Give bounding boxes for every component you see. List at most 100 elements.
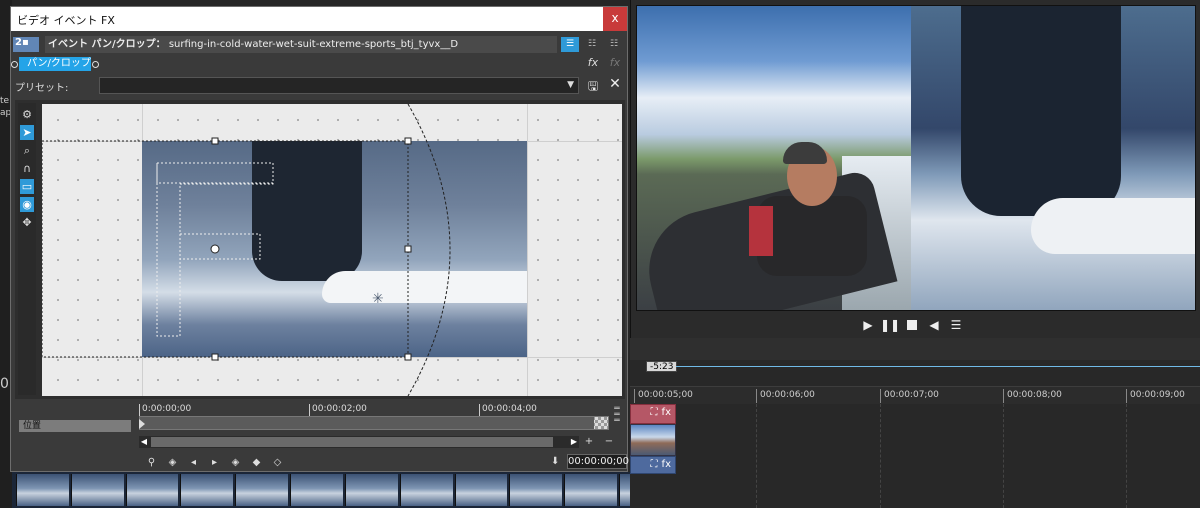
magnet-icon[interactable]: ∩ — [20, 161, 34, 176]
safe-area-guide — [156, 162, 274, 184]
preset-row: プリセット: ▼ 🖫 ✕ — [11, 76, 627, 96]
ruler-tick: 00:00:08;00 — [1003, 389, 1062, 403]
track-number: 2 — [15, 37, 22, 48]
keyframe-menu-icon[interactable]: ═ ═ ═ — [611, 405, 623, 430]
fx-icon[interactable]: fx — [662, 459, 671, 470]
f-guide-bar — [180, 233, 261, 260]
fx-icon[interactable]: fx — [662, 407, 671, 418]
film-frame — [290, 474, 343, 506]
delete-keyframe-icon[interactable]: ◇ — [271, 456, 284, 469]
cursor-line — [676, 366, 1200, 367]
gear-icon[interactable]: ⚙ — [20, 107, 34, 122]
film-frame — [344, 474, 398, 506]
cap-shape — [783, 142, 827, 164]
pan-crop-canvas[interactable]: ✳ — [42, 104, 622, 396]
grid-line — [756, 404, 757, 508]
delete-preset-icon[interactable]: ✕ — [607, 76, 623, 92]
center-handle[interactable] — [210, 244, 220, 254]
clip-thumbnail[interactable] — [630, 424, 676, 456]
keyframe-buttons: ⚲ ◈ ◂ ▸ ◈ ◆ ◇ — [145, 456, 284, 469]
pan-crop-icon[interactable]: ⛶ — [651, 407, 658, 418]
play-icon[interactable]: ▶ — [861, 318, 875, 332]
clip-icons: ⛶ fx — [651, 407, 671, 418]
timeline-panel: -5:23 00:00:05;00 00:00:06;00 00:00:07;0… — [630, 338, 1200, 508]
keyframe-time-field[interactable]: 00:00:00;00 — [567, 454, 629, 469]
fx-chain-label[interactable]: イベント パン/クロップ： surfing-in-cold-water-wet-… — [45, 36, 557, 53]
add-keyframe-icon[interactable]: ◆ — [250, 456, 263, 469]
timeline-ruler[interactable]: 00:00:05;00 00:00:06;00 00:00:07;00 00:0… — [630, 386, 1200, 404]
vest-stripe-shape — [749, 206, 773, 256]
first-keyframe-icon[interactable]: ◈ — [166, 456, 179, 469]
crop-handle-top-right[interactable] — [404, 137, 412, 145]
left-fragment-text: te — [0, 96, 10, 106]
timeline-tracks: ⛶ fx ⛶ fx — [630, 404, 1200, 508]
center-icon[interactable]: ◉ — [20, 197, 34, 212]
view-list-button[interactable]: ☰ — [561, 37, 579, 52]
board-shape — [1031, 198, 1195, 254]
save-preset-icon[interactable]: 🖫 — [585, 77, 601, 93]
scroll-left-icon[interactable]: ◀ — [139, 436, 149, 448]
close-button[interactable]: x — [603, 7, 627, 31]
preview-frame-right — [911, 6, 1195, 310]
ruler-tick: 00:00:05;00 — [634, 389, 693, 403]
next-keyframe-icon[interactable]: ▸ — [208, 456, 221, 469]
keyframe-ruler[interactable]: 0:00:00;00 00:00:02;00 00:00:04;00 — [139, 404, 609, 416]
preview-image — [636, 5, 1196, 311]
view-grid-large-button[interactable]: ☷ — [605, 37, 623, 52]
crop-handle-top[interactable] — [211, 137, 219, 145]
stop-icon[interactable] — [905, 318, 919, 332]
previous-keyframe-icon[interactable]: ◂ — [187, 456, 200, 469]
previous-frame-icon[interactable]: ◀ — [927, 318, 941, 332]
tool-palette: ⚙ ➤ ⌕ ∩ ▭ ◉ ✥ — [18, 103, 36, 395]
keyframe-track[interactable] — [139, 416, 609, 430]
chain-plugin-label: イベント パン/クロップ： — [48, 39, 166, 50]
position-track-label[interactable]: 位置 — [19, 420, 131, 432]
video-filmstrip[interactable] — [12, 472, 676, 508]
menu-icon[interactable]: ☰ — [949, 318, 963, 332]
remove-fx-icon[interactable]: fx — [607, 56, 623, 72]
transport-controls: ▶ ❚❚ ◀ ☰ — [861, 318, 963, 332]
last-keyframe-icon[interactable]: ◈ — [229, 456, 242, 469]
crop-frame[interactable] — [42, 140, 409, 358]
clip-icons: ⛶ fx — [651, 459, 671, 470]
add-fx-icon[interactable]: fx — [585, 56, 601, 72]
crop-handle-bottom-right[interactable] — [404, 353, 412, 361]
zoom-icon[interactable]: ⌕ — [20, 143, 34, 158]
pan-crop-plugin-tab[interactable]: パン/クロップ — [11, 57, 99, 71]
scroll-right-icon[interactable]: ▶ — [569, 436, 579, 448]
vest-shape — [757, 196, 867, 276]
dialog-title: ビデオ イベント FX — [17, 14, 115, 27]
film-frame — [564, 474, 618, 506]
event-clip-bottom[interactable]: ⛶ fx — [630, 456, 676, 474]
view-grid-button[interactable]: ☷ — [583, 37, 601, 52]
zoom-out-icon[interactable]: − — [603, 436, 615, 448]
keyframe-marker[interactable] — [139, 419, 145, 429]
kf-ruler-tick: 00:00:04;00 — [479, 404, 537, 416]
grid-line — [1003, 404, 1004, 508]
zoom-in-icon[interactable]: + — [583, 436, 595, 448]
pan-crop-icon[interactable]: ⛶ — [651, 459, 658, 470]
film-frame — [509, 474, 563, 506]
keyframe-scrollbar[interactable]: ◀ ▶ — [139, 436, 579, 448]
crop-handle-bottom[interactable] — [211, 353, 219, 361]
grid-line — [1126, 404, 1127, 508]
dialog-titlebar[interactable]: ビデオ イベント FX x — [11, 7, 627, 31]
cursor-time-badge: -5:23 — [646, 361, 678, 372]
kf-ruler-tick: 0:00:00;00 — [139, 404, 191, 416]
video-event-fx-dialog: ビデオ イベント FX x 2▪ イベント パン/クロップ： surfing-i… — [10, 6, 629, 472]
pause-icon[interactable]: ❚❚ — [880, 318, 900, 332]
crop-handle-right[interactable] — [404, 245, 412, 253]
video-preview-panel: ▶ ❚❚ ◀ ☰ — [630, 0, 1200, 338]
film-frame — [399, 474, 453, 506]
scroll-thumb[interactable] — [151, 437, 553, 447]
pin-icon[interactable]: ⬇ — [551, 456, 561, 470]
sync-cursor-icon[interactable]: ⚲ — [145, 456, 158, 469]
event-clip-top[interactable]: ⛶ fx — [630, 404, 676, 424]
stop-square — [907, 320, 917, 330]
grid-line — [880, 404, 881, 508]
film-frame — [70, 474, 124, 506]
fit-icon[interactable]: ▭ — [20, 179, 34, 194]
preset-dropdown[interactable]: ▼ — [99, 77, 579, 94]
move-icon[interactable]: ✥ — [20, 215, 34, 230]
select-arrow-icon[interactable]: ➤ — [20, 125, 34, 140]
